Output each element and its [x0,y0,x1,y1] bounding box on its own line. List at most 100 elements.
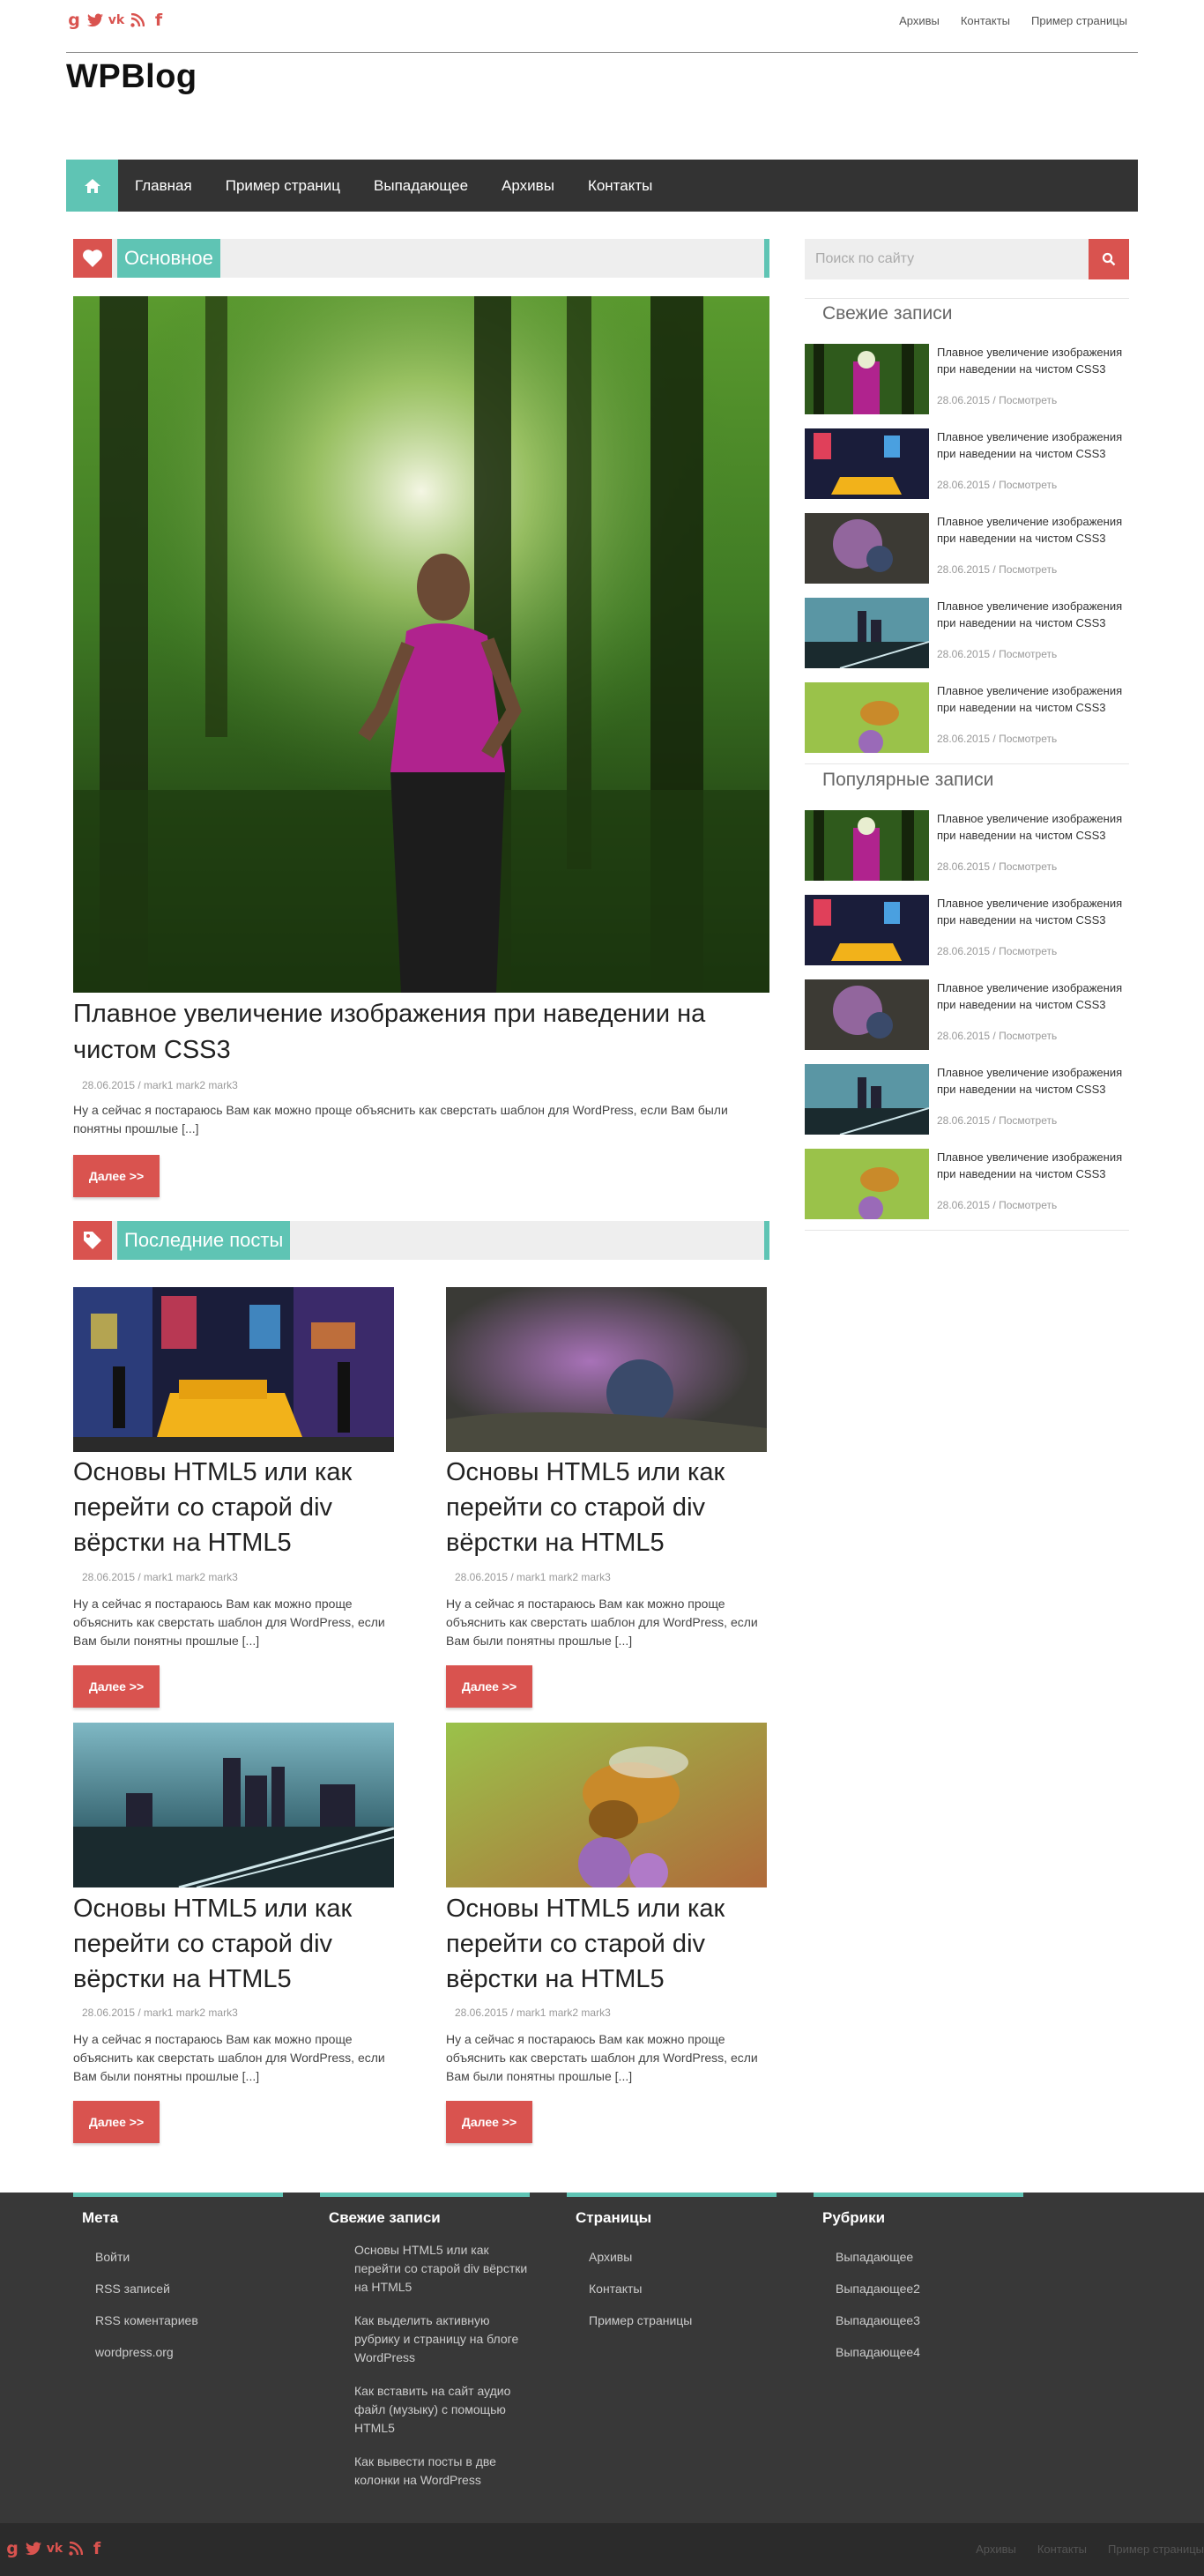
bottom-link-archives[interactable]: Архивы [976,2542,1016,2556]
featured-post-image[interactable] [73,296,769,993]
footer-link-rss-posts[interactable]: RSS записей [95,2282,170,2296]
rss-icon[interactable] [130,11,145,30]
site-logo[interactable]: WPBlog [66,58,197,96]
twitter-icon[interactable] [87,11,103,30]
rss-icon[interactable] [68,2539,84,2558]
read-more-button[interactable]: Далее >> [73,2101,160,2143]
sidebar-thumbnail[interactable] [805,1149,929,1219]
footer-rubric-link[interactable]: Выпадающее2 [836,2282,920,2296]
footer-link-rss-comments[interactable]: RSS коментариев [95,2313,198,2327]
sidebar-view-link[interactable]: Посмотреть [999,648,1057,660]
sidebar-post-title[interactable]: Плавное увеличение изображения при навед… [937,428,1129,462]
home-icon[interactable] [66,160,118,212]
sidebar-thumbnail[interactable] [805,895,929,965]
footer-recent-link[interactable]: Как выделить активную рубрику и страницу… [354,2313,518,2364]
footer-link-contacts[interactable]: Контакты [589,2282,642,2296]
post-image[interactable] [446,1723,767,1887]
sidebar-view-link[interactable]: Посмотреть [999,479,1057,491]
footer-link-wordpress[interactable]: wordpress.org [95,2345,174,2359]
read-more-button[interactable]: Далее >> [73,1665,160,1708]
footer-rubric-link[interactable]: Выпадающее4 [836,2345,920,2359]
sidebar-post-title[interactable]: Плавное увеличение изображения при навед… [937,1149,1129,1182]
nav-item-dropdown[interactable]: Выпадающее [357,160,485,212]
sidebar-view-link[interactable]: Посмотреть [999,394,1057,406]
post-image[interactable] [73,1723,394,1887]
recent-post-item[interactable]: Плавное увеличение изображения при навед… [805,428,1129,499]
popular-post-item[interactable]: Плавное увеличение изображения при навед… [805,1064,1129,1135]
sidebar-popular-title: Популярные записи [822,770,994,790]
google-plus-icon[interactable]: g [66,11,82,30]
sidebar-view-link[interactable]: Посмотреть [999,733,1057,745]
popular-post-item[interactable]: Плавное увеличение изображения при навед… [805,895,1129,965]
post-excerpt: Ну а сейчас я постараюсь Вам как можно п… [73,1597,385,1648]
sidebar-thumbnail[interactable] [805,428,929,499]
post-title[interactable]: Основы HTML5 или как перейти со старой d… [73,1455,394,1560]
bottom-link-contacts[interactable]: Контакты [1037,2542,1087,2556]
sidebar-view-link[interactable]: Посмотреть [999,1030,1057,1042]
google-plus-icon[interactable]: g [4,2539,20,2558]
sidebar-post-title[interactable]: Плавное увеличение изображения при навед… [937,682,1129,716]
sidebar-thumbnail[interactable] [805,682,929,753]
sidebar-thumbnail[interactable] [805,1064,929,1135]
footer-recent-link[interactable]: Основы HTML5 или как перейти со старой d… [354,2243,527,2294]
nav-item-home[interactable]: Главная [118,160,209,212]
post-title[interactable]: Основы HTML5 или как перейти со старой d… [446,1891,767,1997]
popular-post-item[interactable]: Плавное увеличение изображения при навед… [805,979,1129,1050]
footer-rubric-link[interactable]: Выпадающее3 [836,2313,920,2327]
sidebar-post-title[interactable]: Плавное увеличение изображения при навед… [937,895,1129,928]
top-link-sample-page[interactable]: Пример страницы [1031,14,1127,27]
vk-icon[interactable]: vk [108,11,124,30]
sidebar-thumbnail[interactable] [805,344,929,414]
footer-link-sample-page[interactable]: Пример страницы [589,2313,692,2327]
sidebar-post-title[interactable]: Плавное увеличение изображения при навед… [937,810,1129,844]
sidebar-thumbnail[interactable] [805,513,929,584]
post-image[interactable] [73,1287,394,1452]
twitter-icon[interactable] [26,2539,41,2558]
footer-recent-link[interactable]: Как вывести посты в две колонки на WordP… [354,2454,496,2487]
featured-post-meta: 28.06.2015 / mark1 mark2 mark3 [82,1079,238,1091]
featured-read-more-button[interactable]: Далее >> [73,1155,160,1197]
search-input[interactable]: Поиск по сайту [815,251,914,267]
facebook-icon[interactable]: f [89,2539,105,2558]
sidebar-thumbnail[interactable] [805,810,929,881]
facebook-icon[interactable]: f [151,11,167,30]
popular-post-item[interactable]: Плавное увеличение изображения при навед… [805,810,1129,881]
search-box[interactable]: Поиск по сайту [805,239,1129,279]
recent-post-item[interactable]: Плавное увеличение изображения при навед… [805,344,1129,414]
sidebar-view-link[interactable]: Посмотреть [999,1114,1057,1127]
post-excerpt: Ну а сейчас я постараюсь Вам как можно п… [446,2032,758,2083]
featured-post-title[interactable]: Плавное увеличение изображения при навед… [73,996,769,1068]
footer-rubric-link[interactable]: Выпадающее [836,2250,913,2264]
footer-link-archives[interactable]: Архивы [589,2250,632,2264]
nav-item-archives[interactable]: Архивы [485,160,571,212]
sidebar-post-title[interactable]: Плавное увеличение изображения при навед… [937,513,1129,547]
sidebar-view-link[interactable]: Посмотреть [999,1199,1057,1211]
recent-post-item[interactable]: Плавное увеличение изображения при навед… [805,682,1129,753]
top-link-contacts[interactable]: Контакты [961,14,1010,27]
sidebar-post-title[interactable]: Плавное увеличение изображения при навед… [937,598,1129,631]
post-title[interactable]: Основы HTML5 или как перейти со старой d… [446,1455,767,1560]
post-title[interactable]: Основы HTML5 или как перейти со старой d… [73,1891,394,1997]
footer-link-login[interactable]: Войти [95,2250,130,2264]
recent-post-item[interactable]: Плавное увеличение изображения при навед… [805,513,1129,584]
read-more-button[interactable]: Далее >> [446,2101,532,2143]
sidebar-thumbnail[interactable] [805,979,929,1050]
sidebar-view-link[interactable]: Посмотреть [999,563,1057,576]
top-link-archives[interactable]: Архивы [899,14,940,27]
footer-recent-link[interactable]: Как вставить на сайт аудио файл (музыку)… [354,2384,510,2435]
recent-post-item[interactable]: Плавное увеличение изображения при навед… [805,598,1129,668]
sidebar-thumbnail[interactable] [805,598,929,668]
vk-icon[interactable]: vk [47,2539,63,2558]
sidebar-view-link[interactable]: Посмотреть [999,945,1057,957]
nav-item-sample[interactable]: Пример страниц [209,160,357,212]
sidebar-post-title[interactable]: Плавное увеличение изображения при навед… [937,344,1129,377]
post-image[interactable] [446,1287,767,1452]
nav-item-contacts[interactable]: Контакты [571,160,669,212]
sidebar-view-link[interactable]: Посмотреть [999,860,1057,873]
search-icon[interactable] [1089,239,1129,279]
sidebar-post-title[interactable]: Плавное увеличение изображения при навед… [937,1064,1129,1098]
read-more-button[interactable]: Далее >> [446,1665,532,1708]
bottom-link-sample-page[interactable]: Пример страницы [1108,2542,1204,2556]
sidebar-post-title[interactable]: Плавное увеличение изображения при навед… [937,979,1129,1013]
popular-post-item[interactable]: Плавное увеличение изображения при навед… [805,1149,1129,1219]
